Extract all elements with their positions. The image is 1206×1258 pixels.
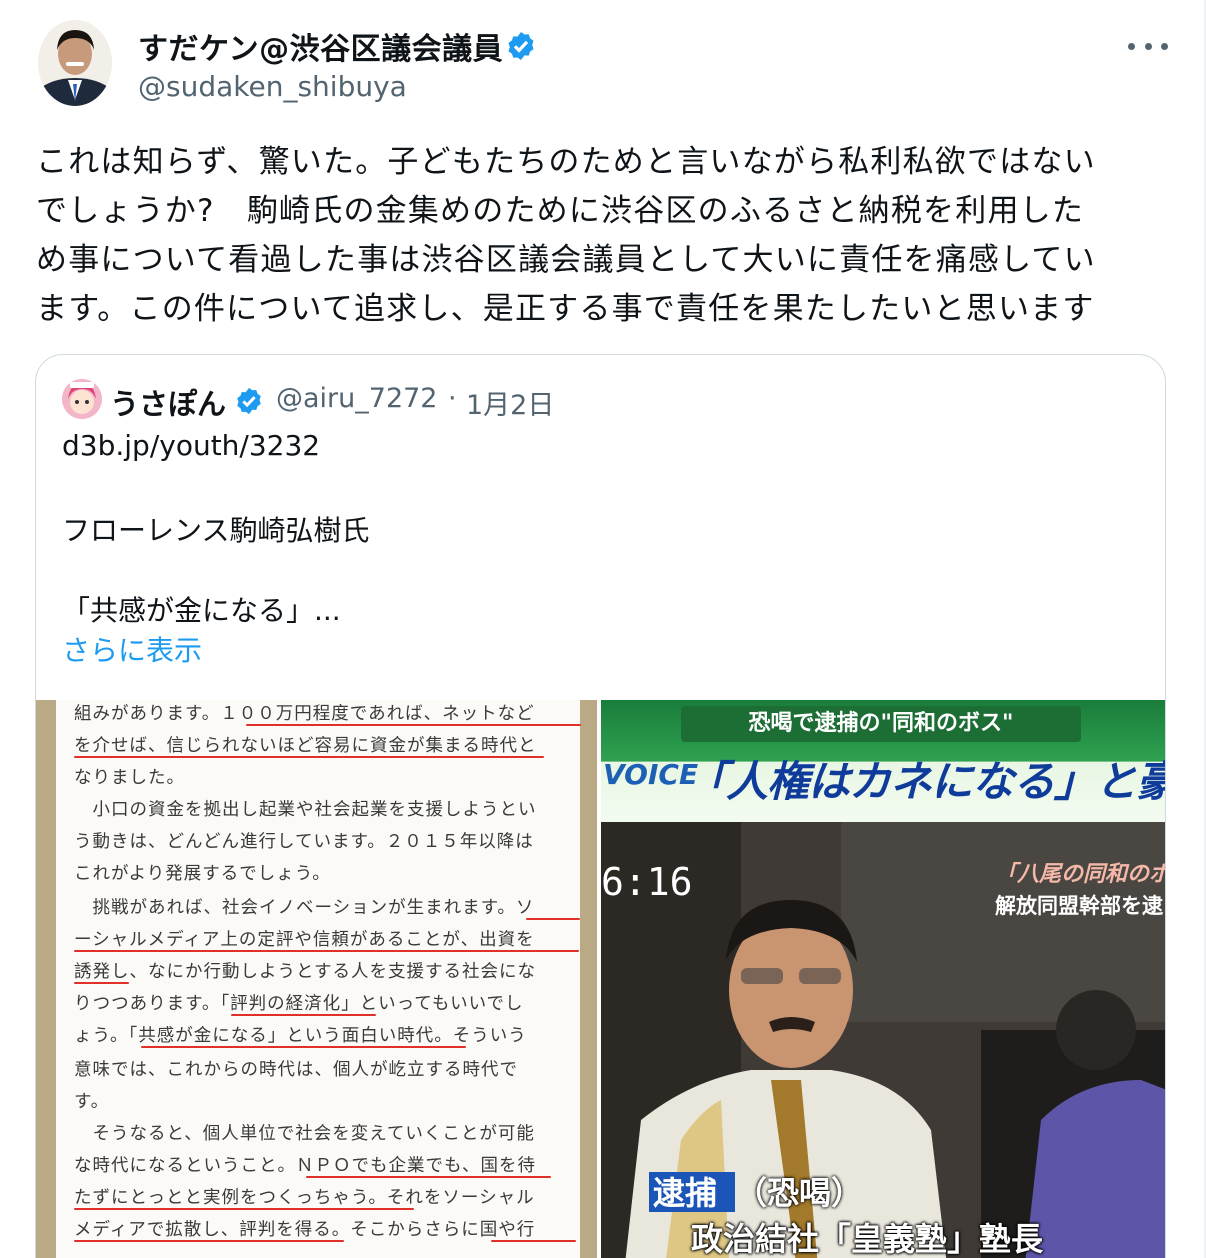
media-image-tv-screenshot[interactable]: 恐喝で逮捕の"同和のボス" VOICE 「人権はカネになる」と豪語 6:16 「… [601, 700, 1166, 1258]
more-options-icon[interactable] [1128, 32, 1168, 60]
quoted-text-line: 「共感が金になる」... [62, 594, 341, 627]
tv-side-subtitle: 解放同盟幹部を逮 [995, 893, 1163, 918]
tv-clock: 6:16 [601, 860, 693, 904]
show-more-link[interactable]: さらに表示 [62, 629, 202, 669]
red-underline [491, 1240, 576, 1242]
tweet-text-line: め事について看過した事は渋谷区議会議員として大いに責任を痛感してい [36, 242, 1096, 278]
book-text-line: そうなると、個人単位で社会を変えていくことが可能 [74, 1124, 535, 1144]
tv-caption-tag-rest: （恐喝） [735, 1174, 864, 1212]
quoted-author-handle[interactable]: @airu_7272 [276, 383, 437, 414]
tv-headline: 「人権はカネになる」と豪語 [685, 757, 1166, 806]
book-text-line: 誘発し、なにか行動しようとする人を支援する社会にな [74, 962, 536, 982]
red-underline [74, 950, 579, 952]
tweet-text-line: でしょうか? 駒崎氏の金集めのために渋谷区のふるさと納税を利用した [36, 193, 1085, 229]
quoted-tweet-card[interactable]: うさぽん @airu_7272 · 1月2日 d3b.jp/youth/3232… [35, 354, 1166, 1258]
tv-side-title: 「八尾の同和のボ [995, 861, 1166, 887]
book-text-line: 小口の資金を拠出し起業や社会起業を支援しようとい [74, 800, 537, 820]
quoted-tweet-date[interactable]: 1月2日 [466, 383, 554, 422]
red-underline [74, 1208, 414, 1210]
verified-badge-icon [508, 32, 534, 60]
author-display-name[interactable]: すだケン@渋谷区議会議員 [138, 24, 503, 68]
tv-banner-text: 恐喝で逮捕の"同和のボス" [681, 706, 1081, 742]
tv-caption-tag: 逮捕 [653, 1174, 718, 1212]
red-underline [74, 982, 129, 984]
book-text-line: う動きは、どんどん進行しています。２０１５年以降は [74, 832, 534, 852]
quoted-author-avatar[interactable] [62, 379, 102, 419]
book-text-line: ーシャルメディア上の定評や信頼があることが、出資を [74, 930, 535, 950]
book-text-line: 挑戦があれば、社会イノベーションが生まれます。ソ [74, 898, 535, 918]
author-avatar[interactable] [38, 20, 112, 106]
tweet-text: これは知らず、驚いた。子どもたちのためと言いながら私利私欲ではない でしょうか?… [36, 138, 1166, 334]
quoted-link-text: d3b.jp/youth/3232 [62, 429, 321, 462]
book-text-line: りつつあります。「評判の経済化」といってもいいでし [74, 994, 524, 1014]
book-text-line: を介せば、信じられないほど容易に資金が集まる時代と [74, 736, 537, 756]
author-handle[interactable]: @sudaken_shibuya [138, 70, 407, 103]
tweet-text-line: これは知らず、驚いた。子どもたちのためと言いながら私利私欲ではない [36, 144, 1096, 180]
book-page: 組みがあります。１００万円程度であれば、ネットなど を介せば、信じられないほど容… [56, 700, 581, 1258]
tweet-text-line: ます。この件について追求し、是正する事で責任を果たしたいと思います [36, 291, 1095, 327]
verified-badge-icon [237, 387, 261, 415]
book-text-line: メディアで拡散し、評判を得る。そこからさらに国や行 [74, 1220, 536, 1240]
red-underline [526, 918, 580, 920]
red-underline [141, 1046, 466, 1048]
tv-caption-main: 政治結社「皇義塾」塾長 [691, 1220, 1044, 1258]
book-text-line: 組みがあります。１００万円程度であれば、ネットなど [74, 704, 535, 724]
book-text-line: なりました。 [74, 768, 185, 788]
tv-program-logo: VOICE [603, 758, 699, 791]
media-image-book-page[interactable]: 組みがあります。１００万円程度であれば、ネットなど を介せば、信じられないほど容… [36, 700, 597, 1258]
red-underline [306, 1176, 551, 1178]
tweet-container: すだケン@渋谷区議会議員 @sudaken_shibuya これは知らず、驚いた… [0, 0, 1206, 1258]
book-text-line: 意味では、これからの時代は、個人が屹立する時代で [74, 1060, 518, 1080]
quoted-author-name[interactable]: うさぽん [110, 381, 226, 423]
red-underline [231, 1014, 376, 1016]
book-text-line: す。 [74, 1092, 110, 1112]
dot-separator: · [448, 383, 457, 414]
book-text-line: たずにとっとと実例をつくっちゃう。それをソーシャル [74, 1188, 535, 1208]
red-underline [74, 1240, 344, 1242]
red-underline [74, 756, 544, 758]
book-text-line: これがより発展するでしょう。 [74, 864, 331, 884]
quoted-text-line: フローレンス駒崎弘樹氏 [62, 514, 370, 547]
red-underline [246, 724, 581, 726]
book-text-line: な時代になるということ。ＮＰＯでも企業でも、国を待 [74, 1156, 536, 1176]
book-text-line: ょう。「共感が金になる」という面白い時代。そういう [74, 1026, 527, 1046]
